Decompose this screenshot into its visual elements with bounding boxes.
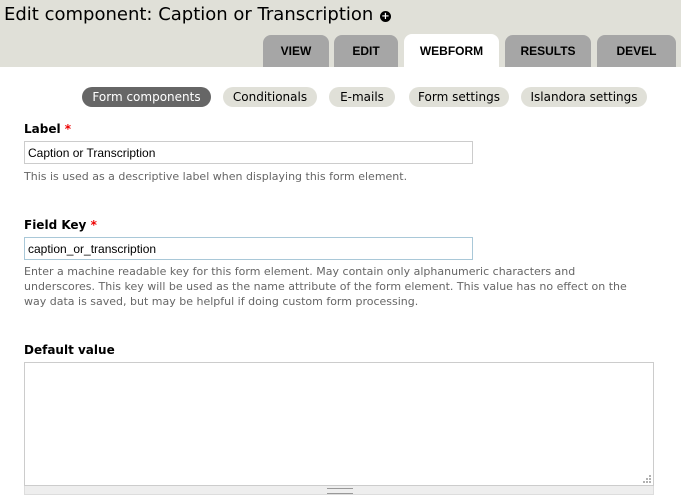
subtab-form-settings[interactable]: Form settings xyxy=(409,87,509,107)
field-key-label: Field Key * xyxy=(24,218,97,232)
page-title: Edit component: Caption or Transcription xyxy=(4,4,374,25)
label-field-label: Label * xyxy=(24,122,71,136)
subtab-form-components[interactable]: Form components xyxy=(82,87,211,107)
label-field-label-text: Label xyxy=(24,122,61,136)
tab-view[interactable]: VIEW xyxy=(263,35,329,67)
default-value-label: Default value xyxy=(24,343,115,357)
tab-webform[interactable]: WEBFORM xyxy=(404,34,499,67)
tab-results[interactable]: RESULTS xyxy=(505,35,591,67)
required-marker: * xyxy=(64,122,72,136)
grippie-lines-icon xyxy=(327,488,353,494)
subtab-emails[interactable]: E-mails xyxy=(329,87,395,107)
label-description: This is used as a descriptive label when… xyxy=(24,170,408,183)
label-input[interactable] xyxy=(24,141,473,164)
resize-handle-icon[interactable] xyxy=(641,473,652,484)
add-shortcut-icon[interactable]: + xyxy=(380,11,391,22)
field-key-label-text: Field Key xyxy=(24,218,87,232)
subtab-conditionals[interactable]: Conditionals xyxy=(223,87,317,107)
field-key-description: Enter a machine readable key for this fo… xyxy=(24,265,627,308)
textarea-grippie[interactable] xyxy=(24,486,654,495)
tab-devel[interactable]: DEVEL xyxy=(597,35,676,67)
tab-edit[interactable]: EDIT xyxy=(334,35,398,67)
page-header: Edit component: Caption or Transcription… xyxy=(0,0,681,67)
subtab-islandora-settings[interactable]: Islandora settings xyxy=(521,87,647,107)
required-marker: * xyxy=(90,218,97,232)
default-value-textarea[interactable] xyxy=(24,362,654,486)
field-key-input[interactable] xyxy=(24,237,473,260)
